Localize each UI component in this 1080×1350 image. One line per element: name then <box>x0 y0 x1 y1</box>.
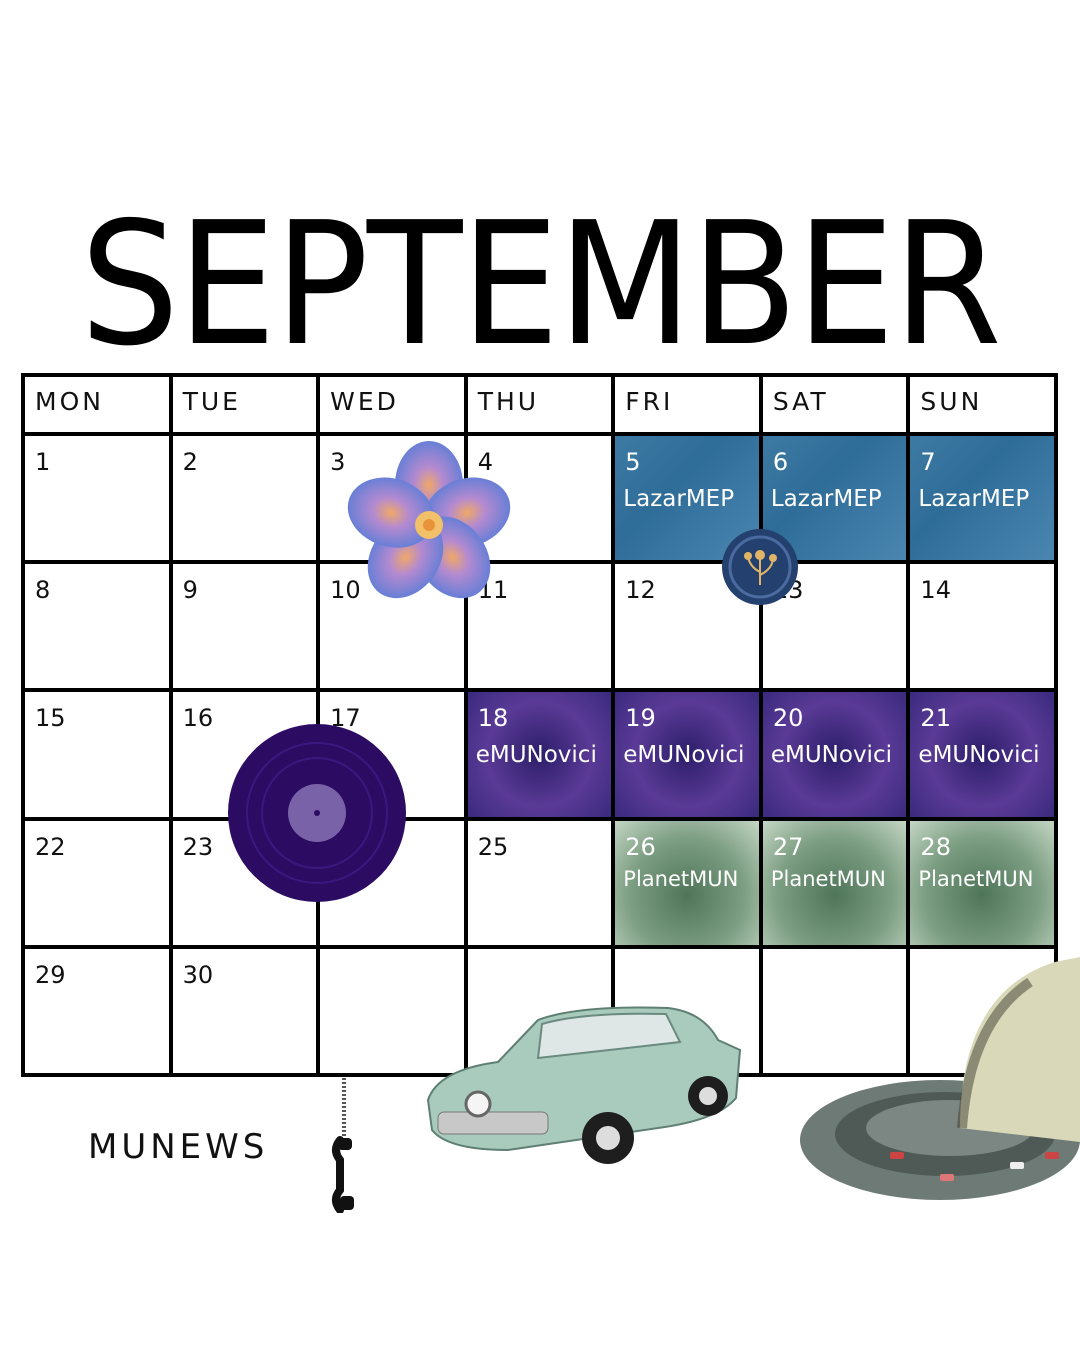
event-label: PlanetMUN <box>623 866 739 891</box>
day-number: 19 <box>625 704 656 733</box>
planet-highway-icon <box>800 957 1080 1200</box>
day-cell[interactable]: 1 <box>25 436 169 561</box>
day-cell[interactable]: 2 <box>172 436 317 561</box>
event-label: eMUNovici <box>475 742 597 769</box>
event-label: LazarMEP <box>918 486 1030 512</box>
day-cell[interactable]: 29 <box>25 948 169 1073</box>
event-label: PlanetMUN <box>918 866 1034 891</box>
event-label: LazarMEP <box>623 486 735 512</box>
day-number: 26 <box>625 832 656 861</box>
day-cell[interactable]: 15 <box>25 692 169 817</box>
event-label: PlanetMUN <box>770 866 886 891</box>
day-cell[interactable]: 30 <box>172 948 317 1073</box>
day-number: 2 <box>182 448 198 476</box>
event-label: eMUNovici <box>623 742 745 769</box>
day-number: 14 <box>920 576 951 605</box>
event-label: eMUNovici <box>918 742 1040 769</box>
weekday-header: SAT <box>762 377 907 432</box>
day-cell-event[interactable]: 19 eMUNovici <box>615 692 759 817</box>
wax-seal-icon <box>722 529 798 605</box>
day-number: 29 <box>35 960 66 989</box>
day-cell[interactable]: 25 <box>467 820 612 945</box>
day-number: 5 <box>625 448 641 476</box>
day-number: 22 <box>35 832 66 861</box>
day-cell-event[interactable]: 7 LazarMEP <box>910 436 1054 561</box>
weekday-header: TUE <box>172 377 317 432</box>
weekday-header: SUN <box>910 377 1054 432</box>
day-number: 9 <box>182 576 198 605</box>
hibiscus-flower-icon <box>347 441 511 599</box>
day-cell[interactable]: 14 <box>910 564 1054 689</box>
page-title: SEPTEMBER <box>80 186 1002 384</box>
day-cell[interactable]: 22 <box>25 820 169 945</box>
day-number: 7 <box>920 448 936 476</box>
weekday-header: THU <box>467 377 612 432</box>
day-number: 15 <box>35 704 66 733</box>
weekday-header: MON <box>25 377 169 432</box>
day-number: 6 <box>772 448 789 476</box>
day-cell-event[interactable]: 26 PlanetMUN <box>615 820 759 945</box>
day-cell-event[interactable]: 18 eMUNovici <box>467 692 612 817</box>
weekday-header: FRI <box>615 377 759 432</box>
day-number: 25 <box>477 832 509 861</box>
vintage-car-icon <box>426 1006 742 1164</box>
day-cell[interactable]: 9 <box>172 564 317 689</box>
brand-label: MUNEWS <box>88 1127 269 1167</box>
day-number: 12 <box>625 576 656 605</box>
event-label: eMUNovici <box>770 742 892 769</box>
day-number: 21 <box>920 704 951 733</box>
day-number: 1 <box>35 448 51 476</box>
day-cell-event[interactable]: 28 PlanetMUN <box>910 820 1054 945</box>
day-number: 8 <box>35 576 51 605</box>
day-cell-event[interactable]: 27 PlanetMUN <box>762 820 907 945</box>
day-cell-event[interactable]: 21 eMUNovici <box>910 692 1054 817</box>
vinyl-record-icon <box>228 724 406 902</box>
day-number: 20 <box>772 704 804 733</box>
day-number: 23 <box>182 832 214 861</box>
weekday-header: WED <box>320 377 464 432</box>
day-number: 18 <box>477 704 509 733</box>
day-number: 16 <box>182 704 214 733</box>
day-cell[interactable]: 8 <box>25 564 169 689</box>
telephone-handset-icon <box>332 1078 354 1213</box>
day-number: 28 <box>920 832 951 861</box>
day-cell-event[interactable]: 20 eMUNovici <box>762 692 907 817</box>
event-label: LazarMEP <box>770 486 882 512</box>
day-number: 30 <box>182 960 214 989</box>
day-number: 27 <box>772 832 804 861</box>
